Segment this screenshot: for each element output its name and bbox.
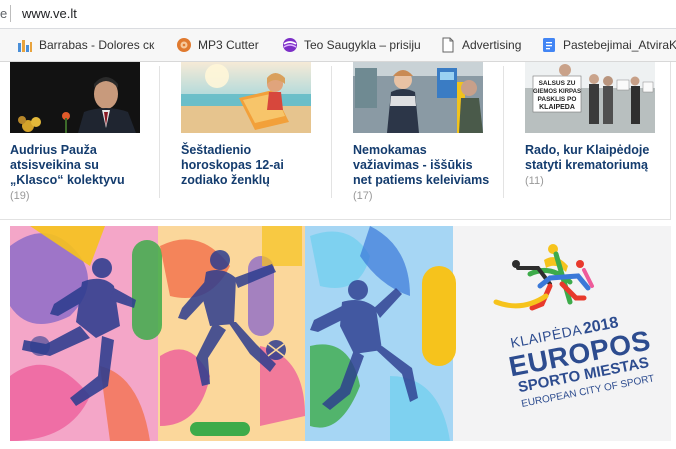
comment-count: (17) [353, 190, 373, 202]
bookmark-label: Advertising [462, 38, 522, 52]
news-card[interactable]: SALSUS ZU GIEMOS KIRPAS PASKLIS PO KLAIP… [525, 62, 665, 219]
teo-logo-icon [283, 38, 297, 52]
klaipeda-sport-banner[interactable]: KLAIPĖDA 2018 EUROPOS SPORTO MIESTAS EUR… [10, 226, 671, 441]
news-thumbnail-beach[interactable] [181, 62, 311, 133]
protest-sign-text: PASKLIS PO [538, 96, 577, 103]
news-thumbnail-speaker[interactable] [10, 62, 140, 133]
news-thumbnail-bus[interactable] [353, 62, 483, 133]
news-title[interactable]: Nemokamas važiavimas - iššūkis net patie… [353, 143, 493, 204]
bookmark-barrabas[interactable]: Barrabas - Dolores ск [17, 29, 155, 61]
news-title[interactable]: Rado, kur Klaipėdoje statyti krematorium… [525, 143, 665, 189]
protest-sign-text: GIEMOS KIRPAS [533, 89, 581, 95]
news-title-text[interactable]: Audrius Pauža atsisveikina su „Klasco“ k… [10, 143, 125, 187]
bookmark-advertising[interactable]: Advertising [440, 29, 538, 61]
comment-count: (19) [10, 190, 30, 202]
protest-sign-text: KLAIPEDA [539, 104, 575, 111]
news-title[interactable]: Šeštadienio horoskopas 12-ai zodiako žen… [181, 143, 321, 188]
bookmarks-bar: Barrabas - Dolores ск MP3 Cutter Teo Sau… [0, 29, 676, 62]
mp3-cutter-icon [177, 38, 191, 52]
bookmark-label: MP3 Cutter [198, 38, 259, 52]
news-thumbnail-protest[interactable]: SALSUS ZU GIEMOS KIRPAS PASKLIS PO KLAIP… [525, 62, 655, 133]
bookmark-label: Teo Saugykla – prisiju [304, 38, 421, 52]
address-bar-cut-text: e [0, 6, 8, 21]
news-card[interactable]: Nemokamas važiavimas - iššūkis net patie… [353, 62, 493, 219]
news-strip: Audrius Pauža atsisveikina su „Klasco“ k… [0, 62, 671, 220]
bookmark-teo-saugykla[interactable]: Teo Saugykla – prisiju [282, 29, 422, 61]
document-icon [442, 37, 454, 53]
news-title-text[interactable]: Šeštadienio horoskopas 12-ai zodiako žen… [181, 143, 284, 187]
card-divider [159, 66, 160, 198]
protest-sign-text: SALSUS ZU [539, 80, 576, 87]
google-docs-icon [543, 38, 555, 52]
bookmark-mp3-cutter[interactable]: MP3 Cutter [176, 29, 276, 61]
card-divider [331, 66, 332, 198]
equalizer-icon [18, 40, 32, 52]
bookmark-label: Pastebejimai_AtvirаK [563, 38, 676, 52]
bookmark-pastebejimai[interactable]: Pastebejimai_AtvirаK [541, 29, 676, 61]
bookmark-label: Barrabas - Dolores ск [39, 38, 155, 52]
card-divider [503, 66, 504, 198]
news-card[interactable]: Šeštadienio horoskopas 12-ai zodiako žen… [181, 62, 321, 219]
news-title-text[interactable]: Rado, kur Klaipėdoje statyti krematorium… [525, 143, 649, 172]
address-separator [10, 5, 11, 22]
comment-count: (11) [525, 175, 544, 187]
url-text[interactable]: www.ve.lt [22, 6, 77, 21]
address-bar[interactable]: e www.ve.lt [0, 0, 676, 29]
news-title[interactable]: Audrius Pauža atsisveikina su „Klasco“ k… [10, 143, 150, 204]
news-card[interactable]: Audrius Pauža atsisveikina su „Klasco“ k… [10, 62, 155, 219]
news-title-text[interactable]: Nemokamas važiavimas - iššūkis net patie… [353, 143, 489, 187]
banner-artwork: KLAIPĖDA 2018 EUROPOS SPORTO MIESTAS EUR… [10, 226, 671, 441]
